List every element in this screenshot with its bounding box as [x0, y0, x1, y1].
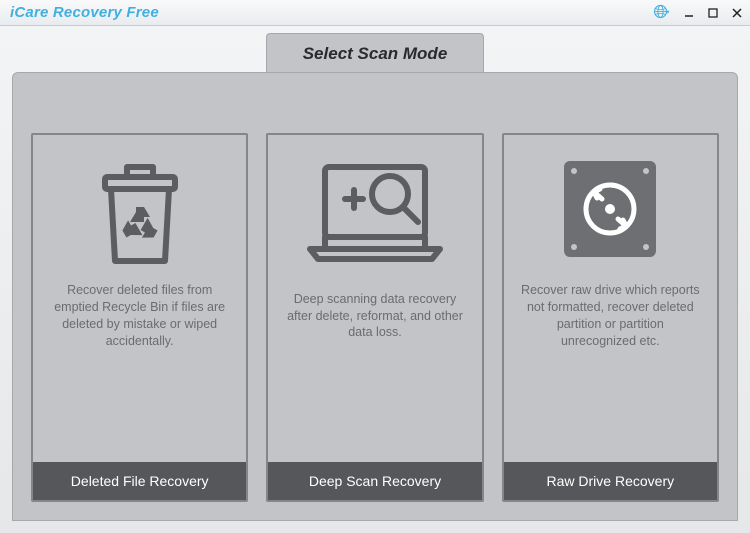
language-button[interactable]: [652, 3, 672, 23]
card-icon-area: [33, 135, 246, 275]
minimize-button[interactable]: [682, 6, 696, 20]
raw-drive-icon: [550, 149, 670, 269]
outer-area: Select Scan Mode: [0, 26, 750, 533]
card-description: Deep scanning data recovery after delete…: [268, 275, 481, 357]
card-deleted-file-recovery[interactable]: Recover deleted files from emptied Recyc…: [31, 133, 248, 502]
card-deep-scan-recovery[interactable]: Deep scanning data recovery after delete…: [266, 133, 483, 502]
card-raw-drive-recovery[interactable]: Recover raw drive which reports not form…: [502, 133, 719, 502]
recycle-bin-icon: [85, 149, 195, 269]
laptop-scan-icon: [300, 149, 450, 269]
titlebar: iCare Recovery Free: [0, 0, 750, 26]
card-description: Recover raw drive which reports not form…: [504, 275, 717, 357]
main-panel: Recover deleted files from emptied Recyc…: [12, 72, 738, 521]
tab-row: Select Scan Mode: [12, 26, 738, 72]
close-button[interactable]: [730, 6, 744, 20]
card-button-raw-drive-recovery[interactable]: Raw Drive Recovery: [504, 462, 717, 500]
card-button-deleted-file-recovery[interactable]: Deleted File Recovery: [33, 462, 246, 500]
card-description: Recover deleted files from emptied Recyc…: [33, 275, 246, 357]
tab-select-scan-mode[interactable]: Select Scan Mode: [266, 33, 485, 72]
card-button-deep-scan-recovery[interactable]: Deep Scan Recovery: [268, 462, 481, 500]
app-title: iCare Recovery Free: [10, 4, 159, 21]
globe-icon: [653, 4, 671, 22]
title-controls: [652, 3, 744, 23]
card-icon-area: [504, 135, 717, 275]
card-icon-area: [268, 135, 481, 275]
maximize-button[interactable]: [706, 6, 720, 20]
